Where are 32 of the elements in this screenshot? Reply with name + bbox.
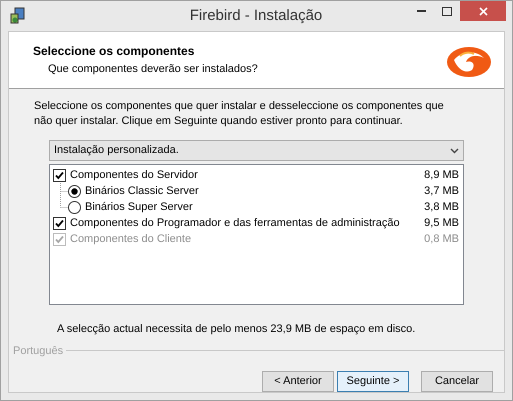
minimize-icon: [416, 10, 426, 12]
setup-type-dropdown[interactable]: Instalação personalizada.: [49, 140, 464, 161]
language-label: Português: [12, 344, 64, 358]
wizard-button[interactable]: Cancelar: [421, 371, 493, 392]
page-subtitle: Que componentes deverão ser instalados?: [47, 62, 258, 77]
component-label: Binários Super Server: [85, 200, 193, 215]
wizard-button[interactable]: Seguinte >: [337, 371, 409, 392]
component-label: Componentes do Servidor: [70, 168, 198, 183]
close-button[interactable]: [460, 1, 506, 21]
bird-logo-icon: [446, 44, 492, 80]
component-size: 3,8 MB: [423, 200, 460, 215]
chevron-down-icon: [450, 148, 459, 154]
disk-space-text: A selecção actual necessita de pelo menos 23,9 MB de espaço em disco.: [57, 322, 416, 337]
wizard-button[interactable]: < Anterior: [262, 371, 334, 392]
component-label: Componentes do Cliente: [70, 232, 192, 247]
checkbox[interactable]: [53, 216, 66, 230]
radio-button[interactable]: [68, 184, 81, 198]
maximize-icon: [442, 6, 452, 16]
component-size: 0,8 MB: [423, 232, 460, 247]
radio-button[interactable]: [68, 200, 81, 214]
installer-icon: [10, 7, 26, 25]
close-icon: [478, 6, 488, 16]
component-label: Componentes do Programador e das ferramentas de administração: [70, 216, 400, 231]
component-size: 8,9 MB: [423, 168, 460, 183]
window-title: Firebird - Instalação: [188, 6, 324, 26]
page-title: Seleccione os componentes: [33, 43, 196, 60]
component-size: 3,7 MB: [423, 184, 460, 199]
checkbox[interactable]: [53, 168, 66, 182]
instructions-text: Seleccione os componentes que quer instalar e desseleccione os componentes que não quer instalar. Clique em Seguinte quando estiver pronto para continuar.: [34, 99, 445, 129]
component-size: 9,5 MB: [423, 216, 460, 231]
component-label: Binários Classic Server: [85, 184, 199, 199]
dropdown-value: Instalação personalizada.: [54, 143, 179, 158]
